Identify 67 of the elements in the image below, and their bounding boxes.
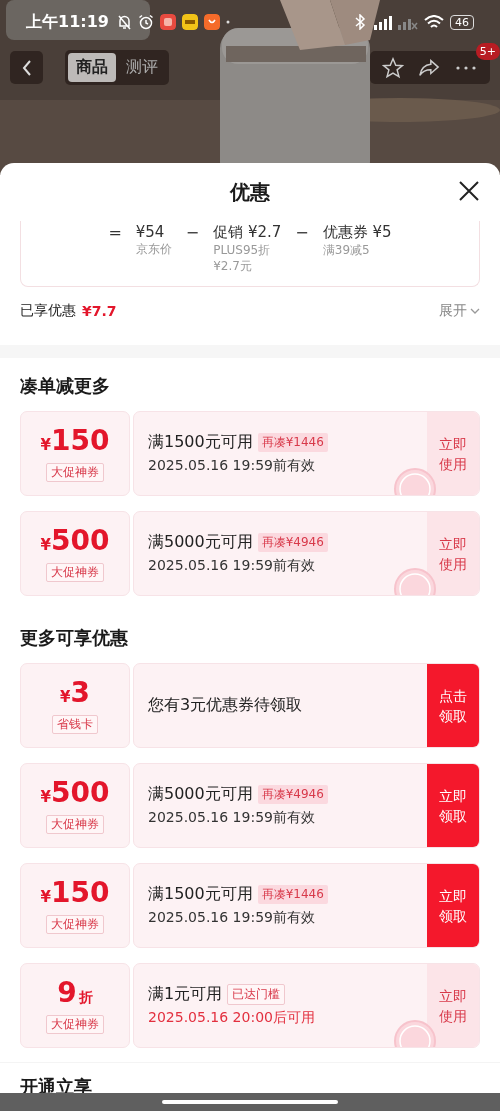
- coupon-type-tag: 大促神券: [46, 563, 104, 582]
- coupon-amount: ¥150: [40, 877, 110, 911]
- back-button[interactable]: [10, 51, 43, 84]
- bell-off-icon: [116, 14, 132, 30]
- battery-icon: 46: [450, 14, 474, 30]
- coupon-validity: 2025.05.16 19:59前有效: [148, 557, 316, 575]
- coupon-action-button[interactable]: 立即使用: [427, 964, 479, 1047]
- coupon-status-tag: 再凑¥4946: [257, 533, 328, 552]
- coupon-type-tag: 大促神券: [46, 1015, 104, 1034]
- coupon-validity: 2025.05.16 19:59前有效: [148, 457, 316, 475]
- coupon-status-tag: 再凑¥1446: [257, 885, 328, 904]
- star-icon[interactable]: [382, 56, 404, 79]
- sheet-title: 优惠: [230, 178, 270, 206]
- coupon-title: 满1500元可用: [148, 432, 253, 453]
- price-note: PLUS95折: [213, 242, 272, 258]
- price-amount: 促销 ¥2.7: [213, 223, 282, 242]
- savings-amount: ¥7.7: [82, 303, 117, 319]
- coupon-action-button[interactable]: 立即领取: [427, 864, 479, 947]
- home-handle[interactable]: [162, 1100, 338, 1104]
- coupon-discount: 9 折: [57, 977, 93, 1011]
- status-time: 上午11:19: [26, 11, 109, 33]
- price-note: 京东价: [135, 241, 172, 257]
- bluetooth-icon: [355, 14, 366, 30]
- signal-icon: [372, 14, 392, 30]
- savings-label: 已享优惠: [20, 302, 76, 320]
- coupon-amount: ¥3: [60, 677, 90, 711]
- dot-icon: [225, 20, 230, 24]
- close-icon[interactable]: [458, 180, 480, 202]
- coupon-type-tag: 大促神券: [46, 463, 104, 482]
- coupon-status-tag: 已达门槛: [227, 984, 286, 1005]
- coupon-action-button[interactable]: 立即使用: [427, 512, 479, 595]
- coupon-title: 满5000元可用: [148, 784, 253, 805]
- coupon-type-tag: 大促神券: [46, 915, 104, 934]
- coupon-action-button[interactable]: 立即使用: [427, 412, 479, 495]
- coupon-type-tag: 省钱卡: [52, 715, 98, 734]
- coupon-validity: 2025.05.16 20:00后可用: [148, 1009, 316, 1027]
- coupon-title: 满1元可用: [148, 984, 223, 1005]
- operator: −: [295, 223, 309, 244]
- coupon-action-button[interactable]: 点击领取: [427, 664, 479, 747]
- tab[interactable]: 测评: [118, 53, 166, 82]
- operator: =: [108, 223, 122, 244]
- coupon-validity: 2025.05.16 19:59前有效: [148, 809, 316, 827]
- chevron-down-icon: [470, 307, 480, 315]
- coupon-status-tag: 再凑¥4946: [257, 785, 328, 804]
- price-amount: ¥54: [135, 223, 166, 241]
- coupon-amount: ¥500: [40, 525, 110, 559]
- section-title: 凑单减更多: [20, 374, 111, 398]
- coupon-title: 满1500元可用: [148, 884, 253, 905]
- share-icon[interactable]: [418, 56, 440, 79]
- coupon-type-tag: 大促神券: [46, 815, 104, 834]
- alarm-icon: [137, 14, 154, 30]
- operator: −: [185, 223, 200, 244]
- expand-toggle[interactable]: 展开: [439, 302, 480, 320]
- price-note: 满39减5: [322, 242, 371, 258]
- coupon-action-button[interactable]: 立即领取: [427, 764, 479, 847]
- price-note: ¥2.7元: [213, 258, 253, 274]
- wifi-icon: [424, 14, 444, 30]
- coupon-status-tag: 再凑¥1446: [257, 433, 328, 452]
- section-title: 更多可享优惠: [20, 626, 129, 650]
- price-amount: 优惠券 ¥5: [322, 223, 392, 242]
- coupon-validity: 2025.05.16 19:59前有效: [148, 909, 316, 927]
- chevron-left-icon: [20, 58, 33, 77]
- coupon-amount: ¥500: [40, 777, 110, 811]
- tab[interactable]: 商品: [68, 53, 116, 82]
- coupon-amount: ¥150: [40, 425, 110, 459]
- coupon-title: 您有3元优惠券待领取: [148, 695, 303, 716]
- coupon-title: 满5000元可用: [148, 532, 253, 553]
